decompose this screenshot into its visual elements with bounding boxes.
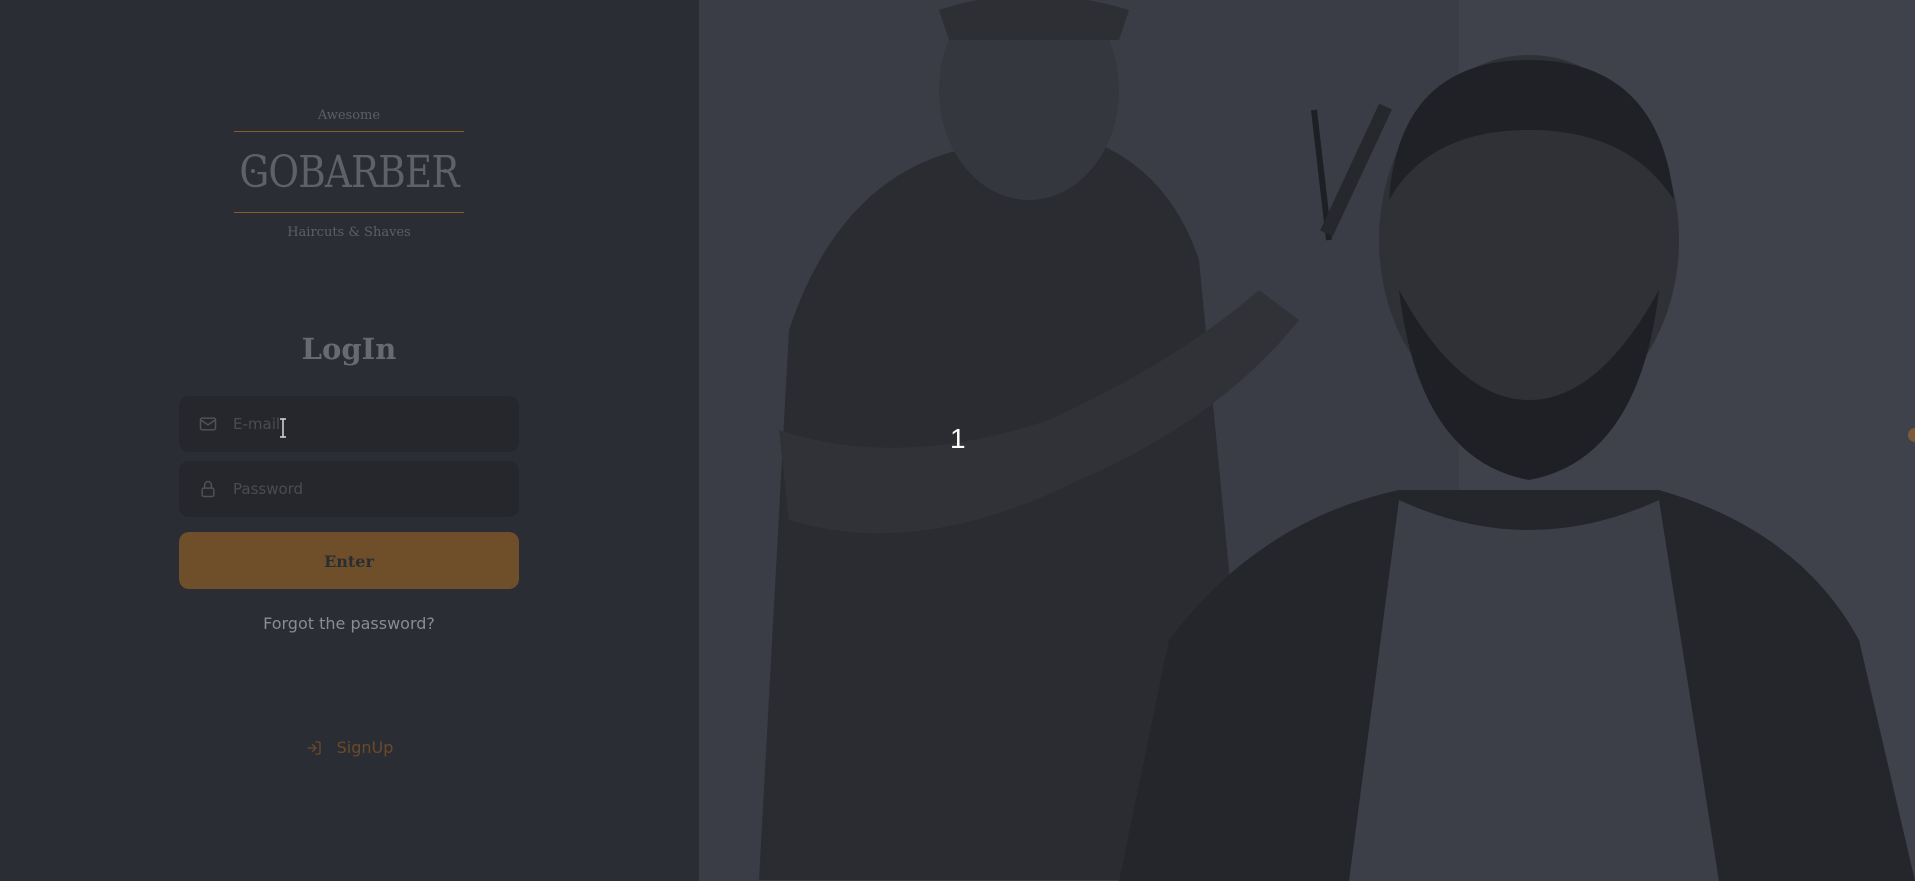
barber-photo-illustration xyxy=(699,0,1915,881)
logo-dot-right xyxy=(443,169,447,173)
overlay-number: 1 xyxy=(950,423,966,454)
logo-tagline-top: Awesome xyxy=(317,108,381,123)
password-input[interactable] xyxy=(233,480,493,498)
enter-button[interactable]: Enter xyxy=(179,532,519,589)
lock-icon xyxy=(197,478,219,500)
gobarber-logo: Awesome GOBARBER Haircuts & Shaves xyxy=(234,108,464,240)
signup-link[interactable]: SignUp xyxy=(179,738,519,757)
password-field[interactable] xyxy=(179,461,519,517)
logo-divider-bottom xyxy=(234,212,464,213)
text-cursor-icon xyxy=(280,418,286,438)
email-input[interactable] xyxy=(233,415,493,433)
login-panel: Awesome GOBARBER Haircuts & Shaves LogIn xyxy=(0,0,699,881)
mail-icon xyxy=(197,413,219,435)
log-in-icon xyxy=(305,739,323,757)
barber-photo xyxy=(699,0,1915,881)
edge-indicator-dot xyxy=(1908,428,1915,442)
logo-wordmark-text: GOBARBER xyxy=(239,146,459,198)
logo-wordmark: GOBARBER xyxy=(234,132,464,212)
login-page: Awesome GOBARBER Haircuts & Shaves LogIn xyxy=(0,0,1915,881)
login-title: LogIn xyxy=(301,332,397,366)
logo-tagline-bottom: Haircuts & Shaves xyxy=(287,225,411,240)
forgot-password-link[interactable]: Forgot the password? xyxy=(179,614,519,633)
signup-label: SignUp xyxy=(336,738,394,757)
email-field[interactable] xyxy=(179,396,519,452)
